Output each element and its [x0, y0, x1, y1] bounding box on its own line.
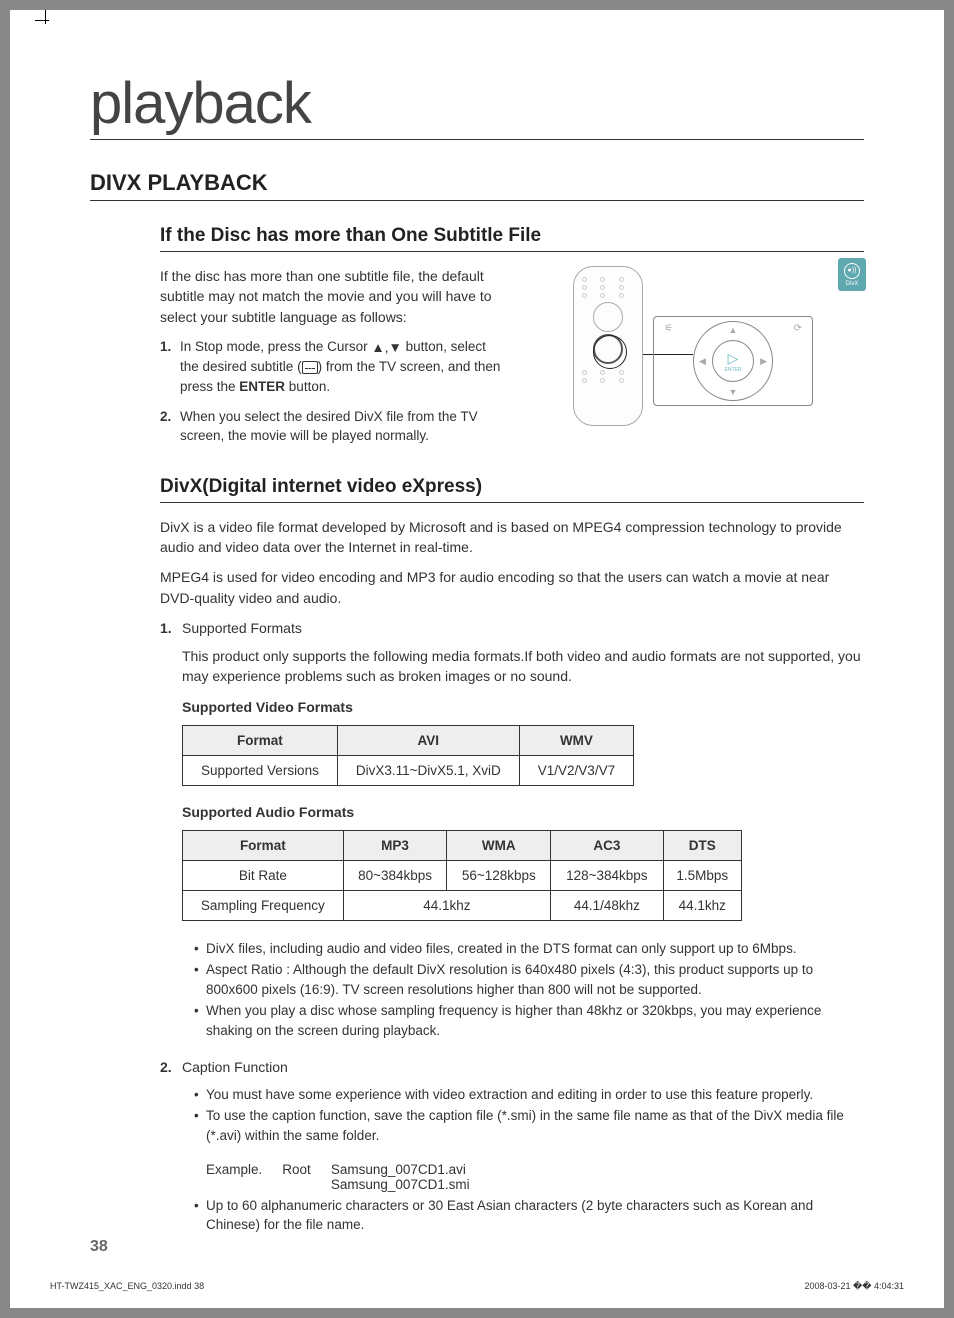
- vth-avi: AVI: [337, 725, 519, 755]
- tuning-icon: ⚟: [664, 323, 673, 334]
- subtitle-step-2: When you select the desired DivX file fr…: [160, 407, 502, 446]
- play-icon: ▷: [728, 350, 739, 367]
- atd-dts-freq: 44.1khz: [663, 890, 742, 920]
- footer-bar: HT-TWZ415_XAC_ENG_0320.indd 38 2008-03-2…: [50, 1281, 904, 1292]
- atd-wma-br: 56~128kbps: [447, 860, 551, 890]
- ath-ac3: AC3: [551, 830, 663, 860]
- vtd-versions-label: Supported Versions: [183, 755, 338, 785]
- section-heading: DIVX PLAYBACK: [90, 170, 864, 201]
- example-smi: Samsung_007CD1.smi: [331, 1177, 470, 1192]
- enter-bold: ENTER: [239, 379, 285, 394]
- caption-note-smi: To use the caption function, save the ca…: [194, 1106, 864, 1145]
- manual-page: playback DIVX PLAYBACK ●)) DivX If the D…: [10, 10, 944, 1308]
- ath-mp3: MP3: [343, 830, 447, 860]
- num-2: 2.: [160, 1057, 172, 1077]
- footer-timestamp: 2008-03-21 �� 4:04:31: [804, 1281, 904, 1292]
- remote-illustration: ⚟ ⟳ ▲ ▼ ◀ ▶ ▷ ENTER: [522, 266, 864, 456]
- down-arrow-icon: ▼: [729, 387, 738, 397]
- subtitle-icon: [302, 361, 318, 374]
- caption-note-chars: Up to 60 alphanumeric characters or 30 E…: [194, 1196, 864, 1235]
- ath-wma: WMA: [447, 830, 551, 860]
- note-6mbps: DivX files, including audio and video fi…: [194, 939, 864, 959]
- audio-table-caption: Supported Audio Formats: [160, 804, 864, 820]
- step1-text-a: In Stop mode, press the Cursor: [180, 339, 371, 354]
- memory-icon: ⟳: [794, 323, 802, 334]
- enter-label: ENTER: [725, 367, 742, 373]
- atd-ac3-br: 128~384kbps: [551, 860, 663, 890]
- divx-heading: DivX(Digital internet video eXpress): [160, 476, 864, 503]
- atd-dts-br: 1.5Mbps: [663, 860, 742, 890]
- dpad-panel: ⚟ ⟳ ▲ ▼ ◀ ▶ ▷ ENTER: [653, 316, 813, 406]
- right-arrow-icon: ▶: [760, 356, 767, 367]
- supported-formats-heading: 1. Supported Formats: [160, 618, 864, 638]
- page-title: playback: [90, 70, 864, 140]
- atd-freq-label: Sampling Frequency: [183, 890, 344, 920]
- vtd-wmv: V1/V2/V3/V7: [519, 755, 633, 785]
- subtitle-intro: If the disc has more than one subtitle f…: [160, 266, 502, 327]
- caption-function-heading: 2. Caption Function: [160, 1057, 864, 1077]
- up-arrow-icon: ▲: [729, 325, 738, 335]
- subtitle-step-1: In Stop mode, press the Cursor ▲,▼ butto…: [160, 337, 502, 397]
- atd-mp3-br: 80~384kbps: [343, 860, 447, 890]
- page-number: 38: [90, 1238, 108, 1256]
- caption-note-experience: You must have some experience with video…: [194, 1085, 864, 1105]
- remote-drawing: [573, 266, 643, 426]
- atd-ac3-freq: 44.1/48khz: [551, 890, 663, 920]
- ath-dts: DTS: [663, 830, 742, 860]
- divx-p2: MPEG4 is used for video encoding and MP3…: [160, 567, 864, 608]
- vth-wmv: WMV: [519, 725, 633, 755]
- note-aspect: Aspect Ratio : Although the default DivX…: [194, 960, 864, 999]
- subtitle-heading: If the Disc has more than One Subtitle F…: [160, 225, 864, 252]
- example-avi: Samsung_007CD1.avi: [331, 1162, 470, 1177]
- note-shaking: When you play a disc whose sampling freq…: [194, 1001, 864, 1040]
- example-root: Root: [282, 1162, 311, 1192]
- example-label: Example.: [206, 1162, 262, 1192]
- divx-p1: DivX is a video file format developed by…: [160, 517, 864, 558]
- left-arrow-icon: ◀: [699, 356, 706, 367]
- num-1: 1.: [160, 618, 172, 638]
- atd-mp3wma-freq: 44.1khz: [343, 890, 551, 920]
- supported-formats-body: This product only supports the following…: [160, 646, 864, 687]
- crop-mark: [35, 10, 55, 30]
- ath-format: Format: [183, 830, 344, 860]
- atd-bitrate-label: Bit Rate: [183, 860, 344, 890]
- video-table-caption: Supported Video Formats: [160, 699, 864, 715]
- supported-formats-label: Supported Formats: [182, 620, 302, 636]
- caption-example: Example. Root Samsung_007CD1.avi Samsung…: [160, 1162, 864, 1192]
- vtd-avi: DivX3.11~DivX5.1, XviD: [337, 755, 519, 785]
- footer-file: HT-TWZ415_XAC_ENG_0320.indd 38: [50, 1281, 204, 1292]
- video-formats-table: Format AVI WMV Supported Versions DivX3.…: [182, 725, 634, 786]
- audio-formats-table: Format MP3 WMA AC3 DTS Bit Rate 80~384kb…: [182, 830, 742, 921]
- vth-format: Format: [183, 725, 338, 755]
- step1-text-d: button.: [285, 379, 330, 394]
- caption-function-label: Caption Function: [182, 1059, 288, 1075]
